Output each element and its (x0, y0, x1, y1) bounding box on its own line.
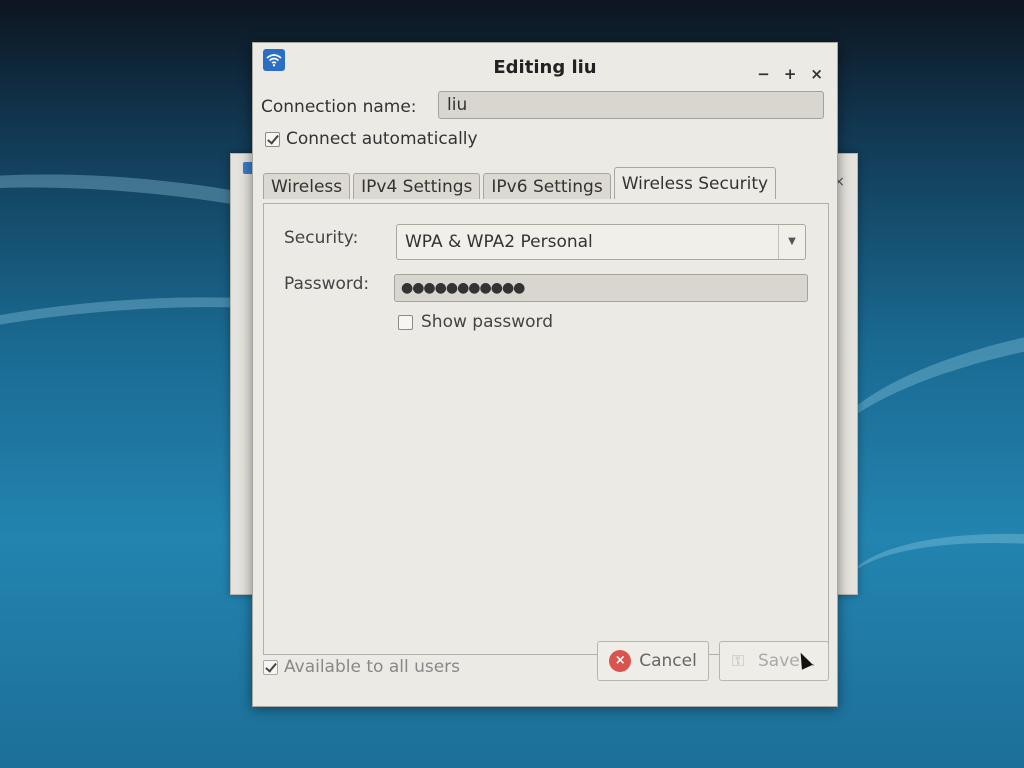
save-icon: ⚿ (732, 651, 745, 670)
minimize-button[interactable]: − (757, 65, 770, 83)
tab-wireless-security[interactable]: Wireless Security (613, 167, 777, 199)
security-select-value: WPA & WPA2 Personal (405, 232, 593, 252)
security-label: Security: (284, 228, 359, 248)
maximize-button[interactable]: + (784, 65, 797, 83)
tab-bar: Wireless IPv4 Settings IPv6 Settings Wir… (263, 167, 777, 199)
available-to-all-users-row[interactable]: Available to all users (263, 657, 460, 677)
security-select[interactable]: WPA & WPA2 Personal ▼ (396, 224, 806, 260)
connect-automatically-checkbox[interactable] (265, 131, 280, 147)
edit-connection-dialog: Editing liu − + × Connection name: Conne… (252, 42, 838, 707)
connection-name-row: Connection name: (261, 91, 825, 125)
cancel-button[interactable]: × Cancel (597, 641, 709, 681)
show-password-row[interactable]: Show password (398, 312, 553, 332)
connection-name-label: Connection name: (261, 97, 417, 117)
available-to-all-users-label: Available to all users (284, 657, 461, 677)
dialog-title: Editing liu (493, 57, 597, 78)
tab-wireless[interactable]: Wireless (263, 173, 351, 199)
wireless-security-panel: Security: WPA & WPA2 Personal ▼ Password… (263, 203, 829, 655)
password-label: Password: (284, 274, 370, 294)
available-to-all-users-checkbox[interactable] (263, 659, 278, 675)
password-input[interactable] (394, 274, 808, 302)
show-password-label: Show password (421, 312, 553, 332)
desktop-swoosh (830, 506, 1024, 744)
connect-automatically-label: Connect automatically (286, 129, 478, 149)
titlebar: Editing liu − + × (253, 43, 837, 89)
window-controls: − + × (757, 65, 823, 83)
cancel-button-label: Cancel (639, 651, 697, 671)
connection-name-input[interactable] (438, 91, 824, 119)
show-password-checkbox[interactable] (398, 314, 413, 330)
chevron-down-icon[interactable]: ▼ (778, 225, 805, 259)
tab-ipv4-settings[interactable]: IPv4 Settings (353, 173, 481, 199)
cancel-icon: × (609, 650, 632, 672)
connect-automatically-row[interactable]: Connect automatically (265, 129, 478, 149)
save-button[interactable]: ⚿ Save... (719, 641, 829, 681)
close-button[interactable]: × (810, 65, 823, 83)
tab-ipv6-settings[interactable]: IPv6 Settings (483, 173, 611, 199)
